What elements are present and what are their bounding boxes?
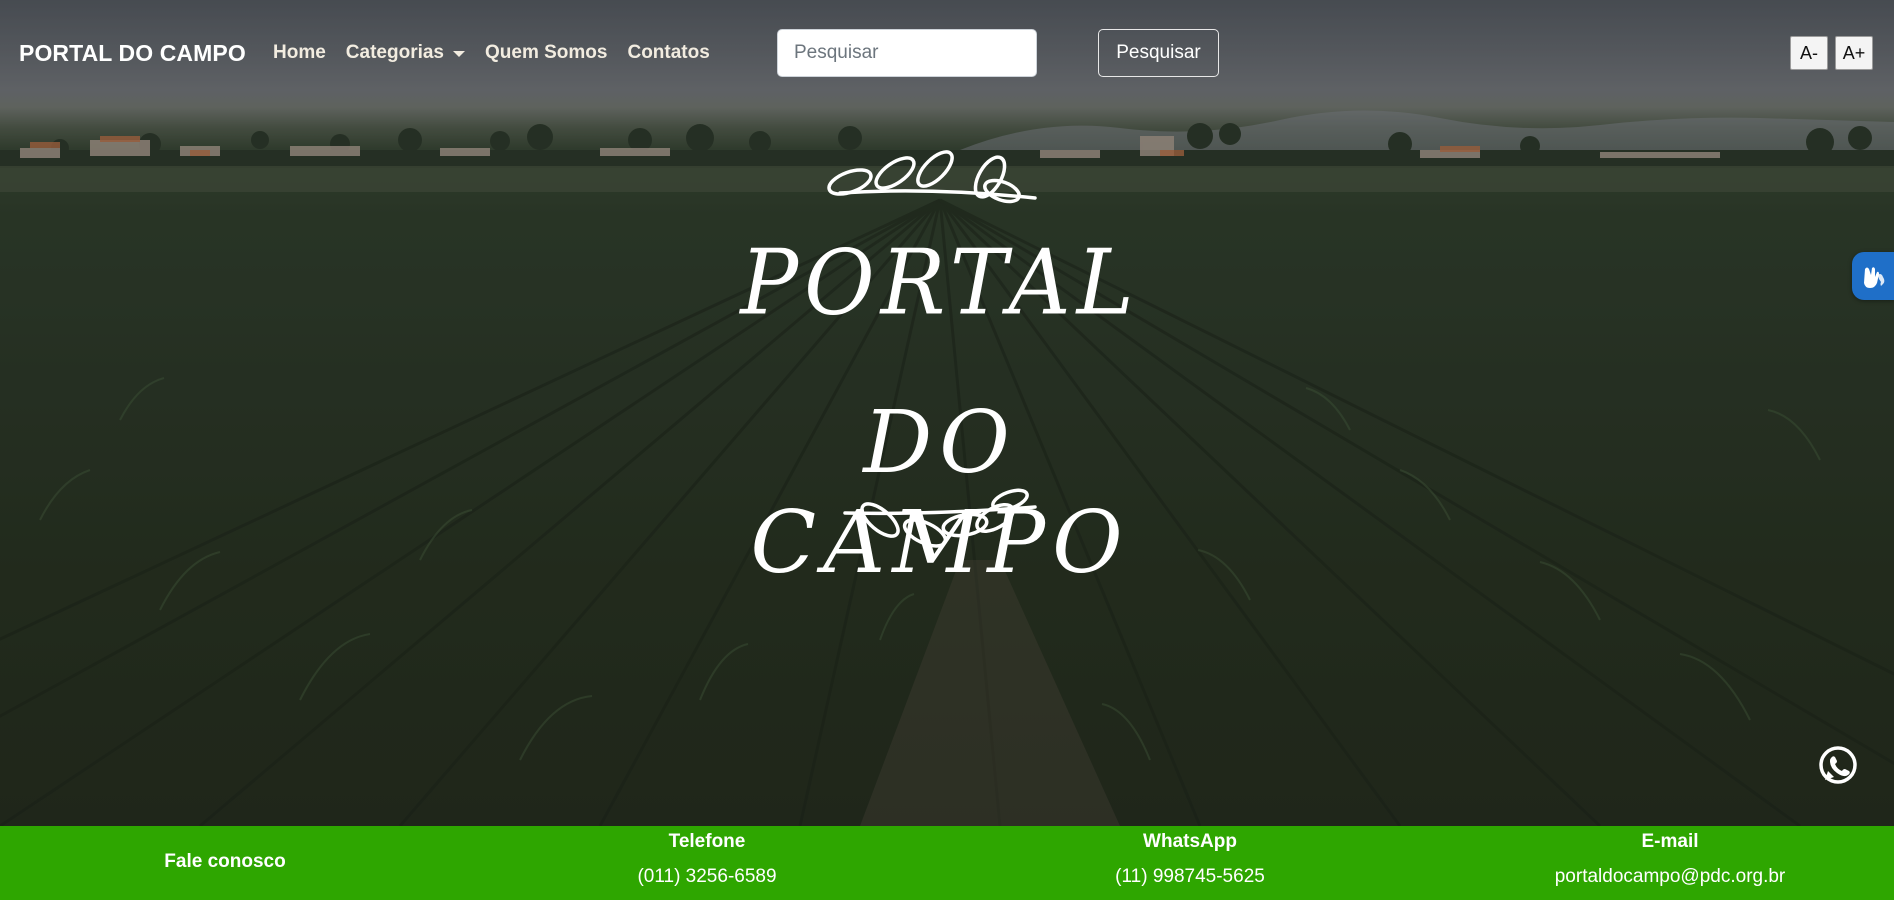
font-increase-button[interactable]: A+ xyxy=(1835,36,1873,70)
nav-link-home[interactable]: Home xyxy=(273,42,326,64)
nav-link-label: Quem Somos xyxy=(485,42,608,63)
nav-link-quem-somos[interactable]: Quem Somos xyxy=(485,42,607,64)
footer-email-title: E-mail xyxy=(1641,831,1699,852)
footer-whatsapp: WhatsApp (11) 998745-5625 xyxy=(1085,831,1295,900)
footer-phone: Telefone (011) 3256-6589 xyxy=(607,831,807,900)
footer-whatsapp-title: WhatsApp xyxy=(1143,831,1237,852)
font-decrease-button[interactable]: A- xyxy=(1790,36,1828,70)
search-input[interactable] xyxy=(777,29,1037,77)
whatsapp-icon xyxy=(1819,746,1857,784)
logo-text-do-campo: DO CAMPO xyxy=(750,393,1130,593)
nav-link-label: Home xyxy=(273,42,326,63)
footer-contact-bar: Fale conosco Telefone (011) 3256-6589 Wh… xyxy=(0,826,1894,900)
nav-link-contatos[interactable]: Contatos xyxy=(627,42,709,64)
navbar: PORTAL DO CAMPO Home Categorias Quem Som… xyxy=(0,0,1894,106)
footer-phone-title: Telefone xyxy=(668,831,746,852)
footer-heading-text: Fale conosco xyxy=(164,851,286,872)
nav-link-label: Contatos xyxy=(627,42,710,63)
accessibility-widget-button[interactable] xyxy=(1852,252,1894,300)
footer-phone-value[interactable]: (011) 3256-6589 xyxy=(607,866,807,888)
hero-section: PORTAL DO CAMPO xyxy=(0,0,1894,826)
sign-language-hands-icon xyxy=(1864,267,1885,288)
footer-whatsapp-value[interactable]: (11) 998745-5625 xyxy=(1085,866,1295,888)
footer-email: E-mail portaldocampo@pdc.org.br xyxy=(1520,831,1820,900)
nav-link-categorias[interactable]: Categorias xyxy=(346,42,465,64)
footer-contact-heading: Fale conosco xyxy=(140,851,310,900)
brand-logo-text[interactable]: PORTAL DO CAMPO xyxy=(19,40,246,67)
logo-text-portal: PORTAL xyxy=(740,230,1140,336)
search-button[interactable]: Pesquisar xyxy=(1098,29,1219,77)
caret-down-icon xyxy=(453,51,465,57)
nav-links: Home Categorias Quem Somos Contatos xyxy=(273,42,730,64)
nav-link-label: Categorias xyxy=(345,42,444,63)
hero-logo: PORTAL DO CAMPO xyxy=(680,135,1200,593)
footer-email-value[interactable]: portaldocampo@pdc.org.br xyxy=(1520,866,1820,888)
whatsapp-float-button[interactable] xyxy=(1816,744,1860,788)
